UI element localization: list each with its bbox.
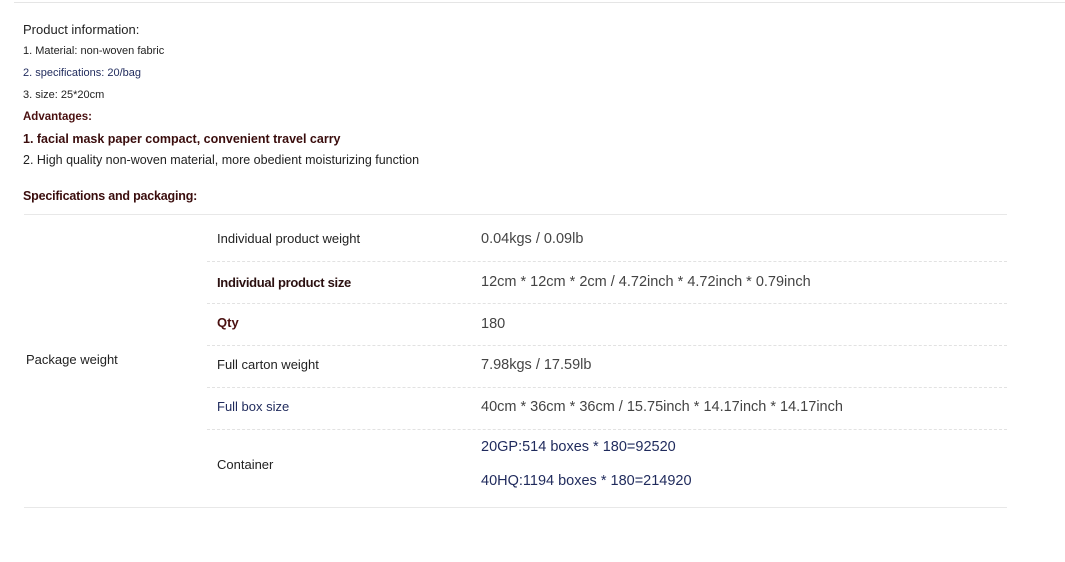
- product-info-item: 1. Material: non-woven fabric: [23, 45, 165, 57]
- table-row: Individual product size 12cm * 12cm * 2c…: [207, 261, 1007, 304]
- row-value: 7.98kgs / 17.59lb: [481, 357, 592, 373]
- advantage-item: 2. High quality non-woven material, more…: [23, 153, 420, 167]
- product-info-item: 2. specifications: 20/bag: [23, 67, 142, 79]
- specifications-table: Package weight Individual product weight…: [24, 214, 1007, 508]
- row-value: 12cm * 12cm * 2cm / 4.72inch * 4.72inch …: [481, 274, 811, 290]
- row-label: Qty: [217, 315, 239, 330]
- row-label: Container: [217, 457, 274, 472]
- row-label: Individual product size: [217, 275, 351, 290]
- table-row: Full box size 40cm * 36cm * 36cm / 15.75…: [207, 387, 1007, 430]
- row-label: Full carton weight: [217, 357, 319, 372]
- table-row: Full carton weight 7.98kgs / 17.59lb: [207, 345, 1007, 388]
- advantage-item: 1. facial mask paper compact, convenient…: [23, 132, 341, 146]
- table-row: Qty 180: [207, 303, 1007, 346]
- product-info-heading: Product information:: [23, 22, 140, 37]
- row-value: 20GP:514 boxes * 180=92520: [481, 439, 676, 455]
- row-value: 40HQ:1194 boxes * 180=214920: [481, 473, 692, 489]
- row-value: 0.04kgs / 0.09lb: [481, 231, 584, 247]
- top-divider: [14, 2, 1065, 3]
- row-value: 40cm * 36cm * 36cm / 15.75inch * 14.17in…: [481, 399, 843, 415]
- package-weight-label: Package weight: [26, 352, 118, 367]
- row-label: Individual product weight: [217, 231, 361, 246]
- product-info-section: Product information: 1. Material: non-wo…: [23, 21, 419, 174]
- advantages-heading: Advantages:: [23, 111, 93, 123]
- row-value: 180: [481, 316, 506, 332]
- specifications-heading: Specifications and packaging:: [23, 189, 198, 203]
- table-row: Container 20GP:514 boxes * 180=92520 40H…: [207, 429, 1007, 507]
- table-row: Individual product weight 0.04kgs / 0.09…: [207, 215, 1007, 262]
- row-label: Full box size: [217, 399, 290, 414]
- product-info-item: 3. size: 25*20cm: [23, 89, 105, 101]
